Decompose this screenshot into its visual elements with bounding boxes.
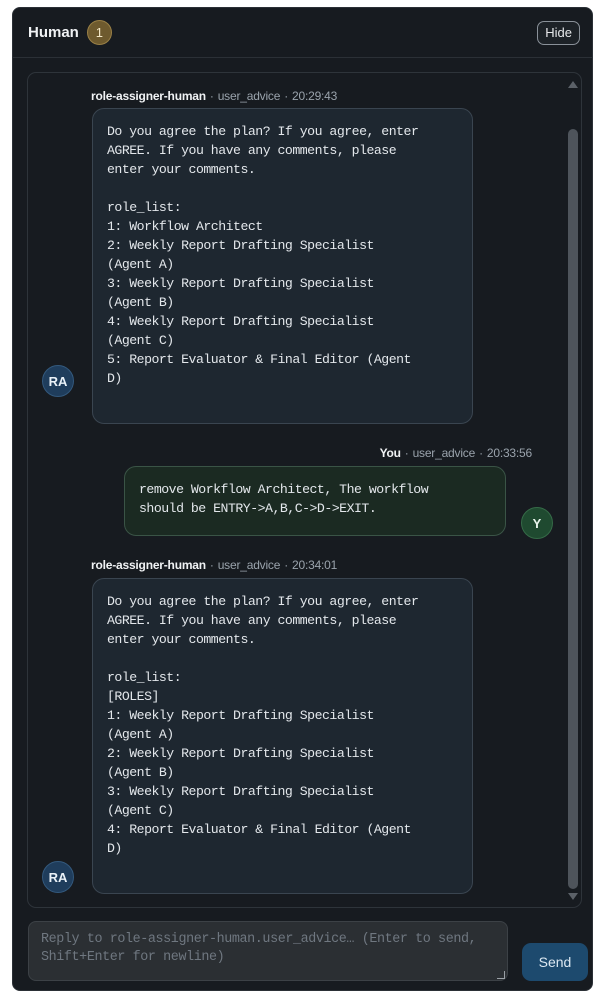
meta-separator: ·	[479, 446, 483, 460]
resize-grip-icon[interactable]	[497, 971, 505, 979]
meta-separator: ·	[209, 89, 214, 103]
meta-separator: ·	[404, 446, 409, 460]
message-time: 20:29:43	[292, 89, 338, 103]
message-author: You	[379, 446, 401, 460]
send-button[interactable]: Send	[522, 943, 588, 981]
message-author: role-assigner-human	[91, 558, 206, 572]
panel-header: Human 1 Hide	[13, 8, 592, 58]
meta-separator: ·	[284, 558, 289, 572]
message-channel: user_advice	[217, 558, 281, 572]
message-meta: role-assigner-human · user_advice · 20:29:43	[91, 89, 337, 103]
scroll-up-arrow-icon[interactable]	[568, 81, 578, 88]
user-message-bubble: remove Workflow Architect, The workflow …	[124, 466, 506, 536]
meta-separator: ·	[209, 558, 214, 572]
scrollbar-thumb[interactable]	[568, 129, 578, 889]
scroll-down-arrow-icon[interactable]	[568, 893, 578, 900]
meta-separator: ·	[284, 89, 289, 103]
agent-avatar: RA	[42, 861, 74, 893]
message-time: 20:34:01	[292, 558, 338, 572]
message-time: 20:33:56	[486, 446, 532, 460]
human-panel: Human 1 Hide role-assigner-human · user_ad…	[12, 7, 593, 991]
message-meta: You · user_advice · 20:33:56	[379, 446, 533, 460]
agent-message-bubble: Do you agree the plan? If you agree, ent…	[92, 578, 473, 894]
reply-input[interactable]	[28, 921, 508, 981]
message-meta: role-assigner-human · user_advice · 20:34:01	[91, 558, 337, 572]
panel-title: Human	[28, 24, 79, 41]
message-author: role-assigner-human	[91, 89, 206, 103]
agent-avatar: RA	[42, 365, 74, 397]
user-avatar: Y	[521, 507, 553, 539]
message-list[interactable]: role-assigner-human · user_advice · 20:29:43…	[27, 72, 582, 908]
message-channel: user_advice	[412, 446, 476, 460]
message-channel: user_advice	[217, 89, 281, 103]
hide-button[interactable]: Hide	[537, 20, 580, 45]
chat-scrollbar[interactable]	[565, 73, 581, 907]
pending-count-badge: 1	[86, 20, 112, 45]
agent-message-bubble: Do you agree the plan? If you agree, ent…	[92, 108, 473, 424]
